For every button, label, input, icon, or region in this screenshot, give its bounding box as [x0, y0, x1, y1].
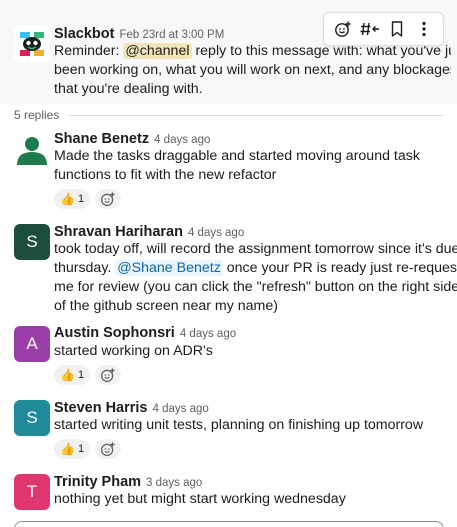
- channel-mention[interactable]: @channel: [123, 43, 192, 59]
- thumbs-up-reaction[interactable]: 👍 1: [54, 439, 91, 459]
- reply-timestamp[interactable]: 4 days ago: [154, 134, 210, 146]
- add-reaction-button[interactable]: [95, 365, 121, 385]
- save-for-later-button[interactable]: [385, 17, 409, 41]
- reply-author[interactable]: Shravan Hariharan: [54, 224, 183, 240]
- user-avatar-icon: [14, 131, 50, 167]
- forward-to-channel-button[interactable]: [358, 17, 382, 41]
- avatar-letter: A: [26, 334, 38, 353]
- add-reaction-icon: [100, 442, 115, 457]
- avatar-austin-sophonsri[interactable]: A: [14, 326, 50, 362]
- add-reaction-icon: [335, 21, 351, 37]
- more-actions-icon: [422, 21, 426, 37]
- reply-header: Austin Sophonsri 4 days ago: [54, 322, 236, 344]
- user-mention-shane[interactable]: @Shane Benetz: [115, 260, 223, 276]
- scrollbar[interactable]: [451, 0, 457, 104]
- thumbs-up-icon: 👍: [60, 368, 75, 382]
- add-reaction-icon: [100, 368, 115, 383]
- avatar-shravan-hariharan[interactable]: S: [14, 224, 50, 260]
- avatar-letter: S: [26, 408, 38, 427]
- reply-author[interactable]: Austin Sophonsri: [54, 325, 175, 341]
- reply-author[interactable]: Steven Harris: [54, 400, 148, 416]
- forward-channel-icon: [360, 22, 380, 36]
- add-reaction-button[interactable]: [331, 17, 355, 41]
- avatar-steven-harris[interactable]: S: [14, 400, 50, 436]
- bookmark-icon: [391, 21, 403, 37]
- parent-timestamp[interactable]: Feb 23rd at 3:00 PM: [119, 29, 224, 41]
- reply-timestamp[interactable]: 4 days ago: [180, 328, 236, 340]
- thumbs-up-reaction[interactable]: 👍 1: [54, 365, 91, 385]
- reply-composer[interactable]: [14, 521, 444, 527]
- avatar-shane-benetz[interactable]: [14, 131, 50, 167]
- slackbot-logo-icon: [14, 26, 50, 62]
- reaction-count: 1: [77, 443, 85, 455]
- reply-text: nothing yet but might start working wedn…: [54, 491, 346, 507]
- reply-count: 5 replies: [14, 108, 60, 122]
- parent-author[interactable]: Slackbot: [54, 26, 114, 42]
- add-reaction-icon: [100, 192, 115, 207]
- reply-author[interactable]: Trinity Pham: [54, 474, 141, 490]
- divider-line: [69, 114, 444, 116]
- reply-timestamp[interactable]: 4 days ago: [188, 227, 244, 239]
- thumbs-up-icon: 👍: [60, 192, 75, 206]
- reply-timestamp[interactable]: 4 days ago: [153, 403, 209, 415]
- reaction-count: 1: [77, 369, 85, 381]
- reply-text: Made the tasks draggable and started mov…: [54, 148, 420, 183]
- reply-timestamp[interactable]: 3 days ago: [146, 477, 202, 489]
- avatar-letter: S: [26, 232, 38, 251]
- reaction-count: 1: [77, 193, 85, 205]
- message-actions-toolbar: [323, 12, 444, 46]
- reply-author[interactable]: Shane Benetz: [54, 131, 149, 147]
- replies-divider: 5 replies: [14, 106, 444, 124]
- add-reaction-button[interactable]: [95, 439, 121, 459]
- avatar-letter: T: [26, 482, 38, 501]
- more-actions-button[interactable]: [412, 17, 436, 41]
- thumbs-up-icon: 👍: [60, 442, 75, 456]
- slackbot-avatar[interactable]: [14, 26, 50, 62]
- thumbs-up-reaction[interactable]: 👍 1: [54, 189, 91, 209]
- reply-text: took today off, will record the assignme…: [54, 241, 457, 314]
- add-reaction-button[interactable]: [95, 189, 121, 209]
- parent-text: Reminder: @channel reply to this message…: [54, 43, 457, 97]
- reply-text: started working on ADR's: [54, 343, 213, 359]
- reply-text: started writing unit tests, planning on …: [54, 417, 424, 433]
- avatar-trinity-pham[interactable]: T: [14, 474, 50, 510]
